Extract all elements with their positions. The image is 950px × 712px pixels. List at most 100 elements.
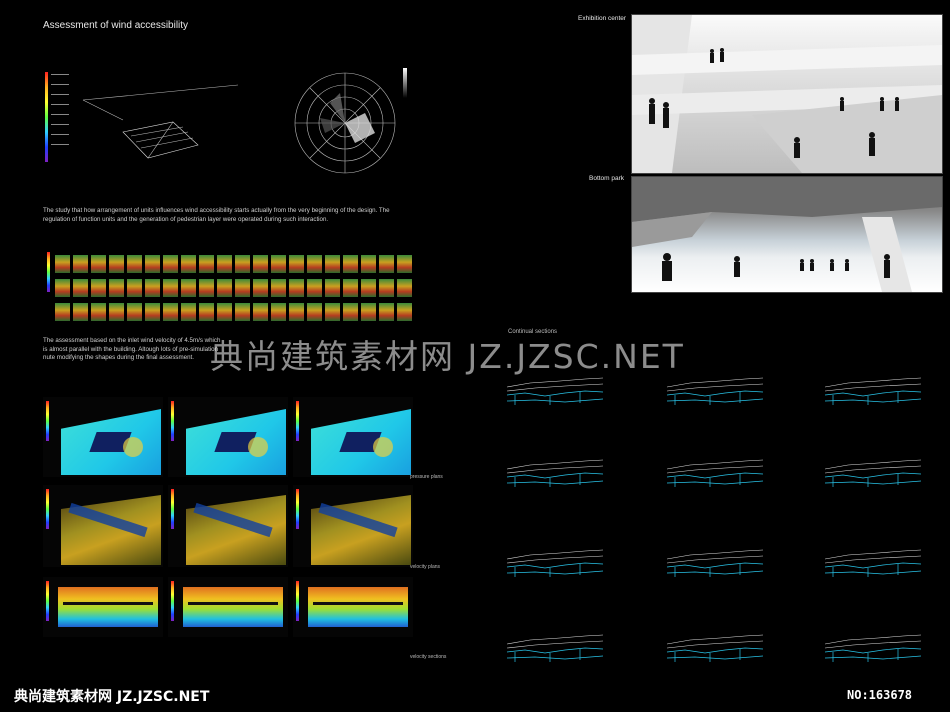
pressure-plot-3	[293, 397, 413, 477]
section-drawing	[505, 545, 604, 580]
label-velocity-sections: velocity sections	[410, 654, 447, 660]
simulation-thumbnail	[271, 255, 286, 273]
simulation-thumbnail	[145, 255, 160, 273]
velocity-plot-3	[293, 485, 413, 567]
pressure-plot-1	[43, 397, 163, 477]
velocity-plot-1	[43, 485, 163, 567]
thumb-legend-bar	[47, 252, 50, 292]
simulation-thumbnail	[361, 255, 376, 273]
simulation-thumbnail	[127, 303, 142, 321]
simulation-thumbnail	[127, 255, 142, 273]
simulation-thumbnail	[307, 303, 322, 321]
simulation-thumbnail	[361, 279, 376, 297]
simulation-thumbnail	[343, 255, 358, 273]
velocity-plot-2	[168, 485, 288, 567]
simulation-thumbnail	[109, 279, 124, 297]
simulation-thumbnail	[271, 279, 286, 297]
simulation-thumbnail	[361, 303, 376, 321]
section-drawing	[505, 373, 604, 408]
simulation-thumbnail	[271, 303, 286, 321]
simulation-thumbnail	[55, 279, 70, 297]
simulation-thumbnail	[307, 255, 322, 273]
simulation-thumbnail	[397, 279, 412, 297]
velocity-section-1	[43, 577, 163, 637]
footer-site-name: 典尚建筑素材网 JZ.JZSC.NET	[14, 689, 210, 705]
simulation-thumbnail	[73, 279, 88, 297]
bottom-park-render	[631, 176, 943, 293]
simulation-thumbnail	[73, 303, 88, 321]
simulation-thumbnail	[253, 255, 268, 273]
simulation-thumbnail	[253, 303, 268, 321]
simulation-thumbnail	[289, 279, 304, 297]
simulation-thumbnail	[379, 255, 394, 273]
simulation-thumbnail	[91, 279, 106, 297]
simulation-thumbnail	[397, 255, 412, 273]
simulation-thumbnail	[145, 279, 160, 297]
wind-rose-diagram	[285, 63, 410, 178]
section-drawing	[665, 373, 764, 408]
simulation-thumbnail	[163, 255, 178, 273]
simulation-thumbnail	[235, 279, 250, 297]
simulation-thumbnail	[199, 303, 214, 321]
footer-number: NO:163678	[847, 688, 913, 702]
simulation-thumbnail	[55, 303, 70, 321]
simulation-thumbnail	[379, 279, 394, 297]
simulation-thumbnail	[235, 255, 250, 273]
simulation-thumbnail	[127, 279, 142, 297]
simulation-thumbnail	[343, 303, 358, 321]
simulation-thumbnail	[325, 255, 340, 273]
wind-model-diagram	[43, 60, 253, 170]
simulation-thumbnail	[73, 255, 88, 273]
simulation-thumbnails	[43, 250, 413, 325]
simulation-thumbnail	[289, 255, 304, 273]
simulation-plots	[43, 397, 413, 667]
simulation-thumbnail	[55, 255, 70, 273]
section-drawing	[505, 455, 604, 490]
simulation-thumbnail	[217, 255, 232, 273]
continual-sections-grid	[505, 365, 945, 665]
simulation-thumbnail	[325, 279, 340, 297]
simulation-thumbnail	[181, 279, 196, 297]
simulation-thumbnail	[181, 255, 196, 273]
grayscale-bar	[403, 68, 407, 98]
velocity-section-2	[168, 577, 288, 637]
simulation-thumbnail	[217, 279, 232, 297]
simulation-thumbnail	[397, 303, 412, 321]
simulation-thumbnail	[253, 279, 268, 297]
simulation-thumbnail	[325, 303, 340, 321]
description-paragraph-1: The study that how arrangement of units …	[43, 207, 390, 223]
section-drawing	[823, 545, 922, 580]
simulation-thumbnail	[109, 255, 124, 273]
section-drawing	[823, 373, 922, 408]
simulation-thumbnail	[289, 303, 304, 321]
exhibition-center-render	[631, 14, 943, 174]
simulation-thumbnail	[235, 303, 250, 321]
simulation-thumbnail	[163, 279, 178, 297]
simulation-thumbnail	[181, 303, 196, 321]
section-drawing	[665, 630, 764, 665]
label-velocity-plans: velocity plans	[410, 564, 441, 570]
simulation-thumbnail	[91, 255, 106, 273]
simulation-thumbnail	[91, 303, 106, 321]
simulation-thumbnail	[217, 303, 232, 321]
simulation-thumbnail	[343, 279, 358, 297]
section-drawing	[823, 630, 922, 665]
section-drawing	[505, 630, 604, 665]
simulation-thumbnail	[199, 279, 214, 297]
label-pressure-plans: pressure plans	[410, 474, 443, 480]
simulation-thumbnail	[109, 303, 124, 321]
simulation-thumbnail	[307, 279, 322, 297]
velocity-section-3	[293, 577, 413, 637]
simulation-thumbnail	[145, 303, 160, 321]
section-drawing	[665, 455, 764, 490]
simulation-thumbnail	[199, 255, 214, 273]
page-title: Assessment of wind accessibility	[43, 20, 189, 31]
simulation-thumbnail	[163, 303, 178, 321]
label-exhibition-center: Exhibition center	[578, 15, 627, 22]
section-drawing	[665, 545, 764, 580]
simulation-thumbnail	[379, 303, 394, 321]
section-drawing	[823, 455, 922, 490]
label-bottom-park: Bottom park	[589, 175, 625, 182]
watermark: 典尚建筑素材网 JZ.JZSC.NET	[210, 337, 685, 376]
pressure-plot-2	[168, 397, 288, 477]
